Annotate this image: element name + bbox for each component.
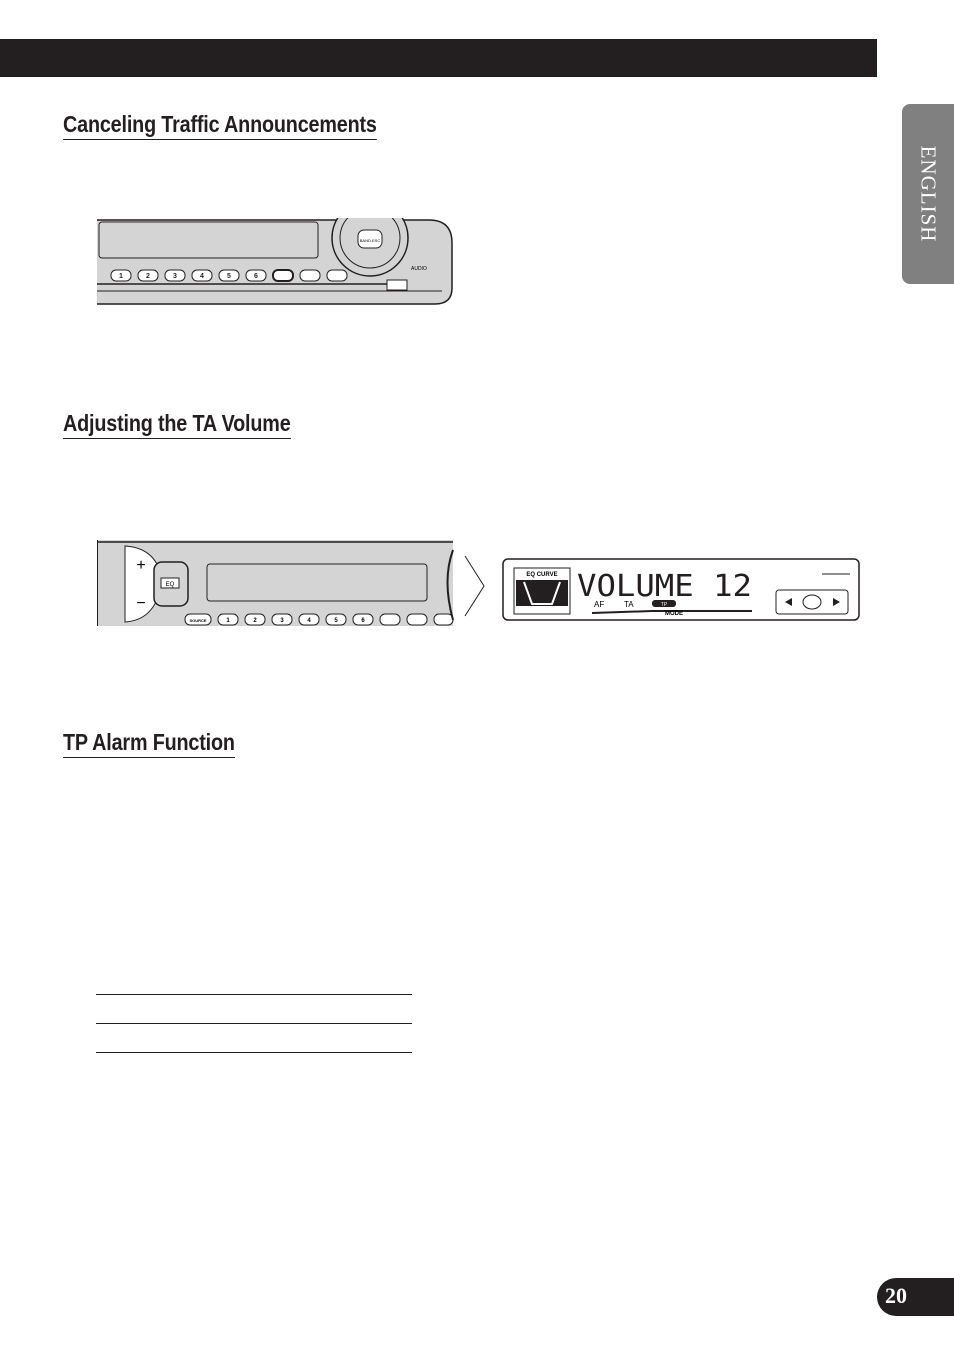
svg-text:TP: TP [661,602,668,608]
svg-text:EQ CURVE: EQ CURVE [526,572,557,578]
lcd-window [206,563,428,602]
language-label: ENGLISH [916,145,941,243]
svg-text:SOURCE: SOURCE [189,618,206,623]
lcd-display-illustration: EQ CURVE VOLUME 12 AF TA TP MODE [502,558,860,621]
head-unit-illustration-2: + − EQ SOURCE 1 2 3 4 5 6 [97,540,485,626]
lcd-window [98,221,319,259]
svg-text:+: + [136,557,145,574]
svg-text:−: − [136,595,145,612]
detach-button [386,279,408,291]
svg-text:BAND ESC: BAND ESC [360,238,381,243]
svg-text:1: 1 [119,273,123,280]
language-tab: ENGLISH [902,104,954,284]
page-number: 20 [885,1283,907,1308]
table-rule [96,1023,412,1024]
svg-text:4: 4 [200,273,204,280]
head-unit-illustration-1: 1 2 3 4 5 6 BAND ESC AUDIO [97,218,453,305]
svg-text:AF: AF [594,600,604,609]
header-bar [0,39,877,77]
svg-text:MODE: MODE [665,611,683,617]
svg-text:EQ: EQ [166,582,175,588]
svg-text:6: 6 [254,273,258,280]
section-heading-ta-volume: Adjusting the TA Volume [63,410,291,439]
svg-text:5: 5 [227,273,231,280]
table-rule [96,1052,412,1053]
svg-text:2: 2 [146,273,150,280]
ta-button [272,269,294,282]
page-number-badge: 20 [877,1278,954,1316]
svg-text:VOLUME 12: VOLUME 12 [577,569,752,604]
section-heading-canceling-ta: Canceling Traffic Announcements [63,111,377,140]
arrow-right-icon [464,555,485,617]
svg-text:AUDIO: AUDIO [411,266,427,272]
table-rule [96,994,412,995]
section-heading-tp-alarm: TP Alarm Function [63,729,235,758]
svg-text:3: 3 [173,273,177,280]
svg-text:TA: TA [624,600,634,609]
